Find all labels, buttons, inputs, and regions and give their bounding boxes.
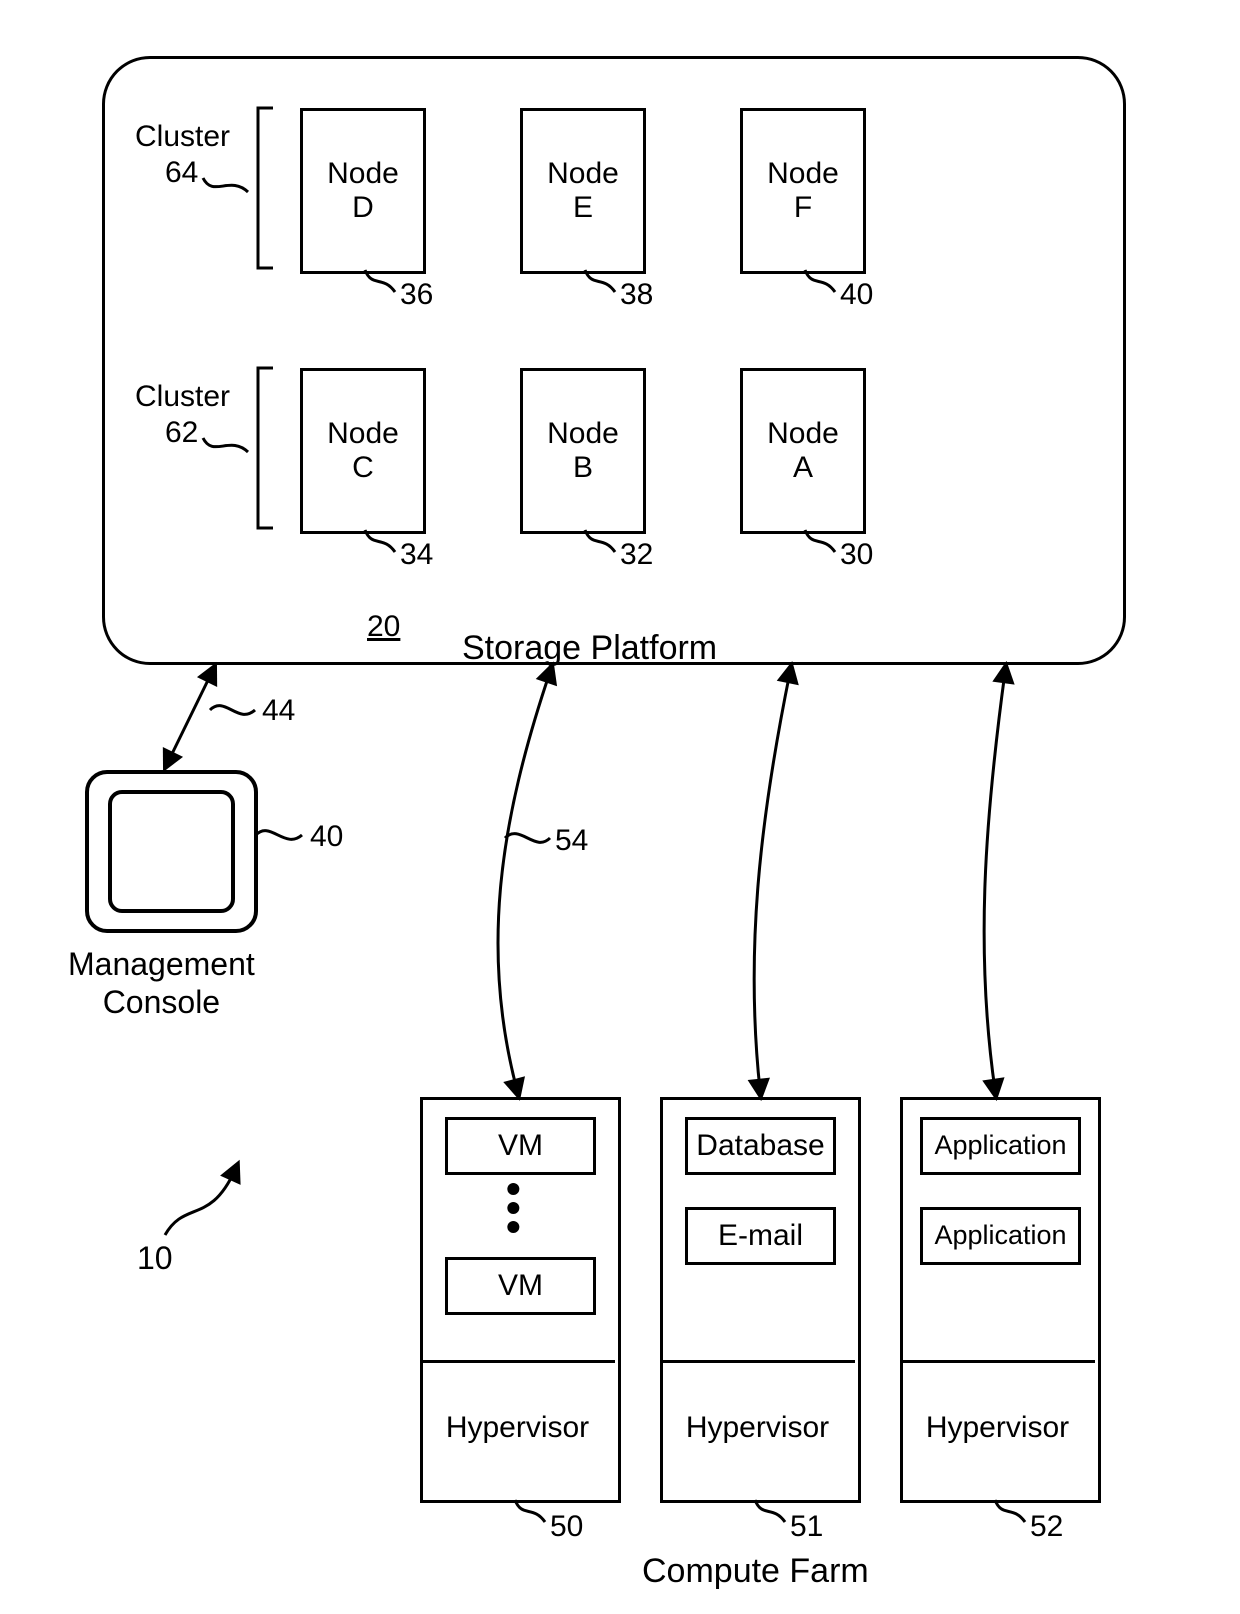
node-b-ref: 32 [620, 538, 653, 572]
node-b: Node B [520, 368, 646, 534]
server-50-ref: 50 [550, 1510, 583, 1544]
server-51-hypervisor: Hypervisor [660, 1360, 855, 1497]
server-51-email: E-mail [685, 1207, 836, 1265]
cluster-62-name: Cluster [135, 380, 230, 414]
node-e-ref: 38 [620, 278, 653, 312]
management-console-label: Management Console [68, 945, 255, 1022]
server-50-vm-bottom: VM [445, 1257, 596, 1315]
cluster-64-id: 64 [165, 156, 198, 190]
server-51-database: Database [685, 1117, 836, 1175]
cluster-64-name: Cluster [135, 120, 230, 154]
server-52-hypervisor: Hypervisor [900, 1360, 1095, 1497]
node-c-ref: 34 [400, 538, 433, 572]
server-50-ellipsis: ••• [506, 1180, 521, 1237]
diagram-number: 10 [137, 1240, 173, 1277]
node-a: Node A [740, 368, 866, 534]
node-e: Node E [520, 108, 646, 274]
node-f-ref: 40 [840, 278, 873, 312]
storage-platform-id: 20 [367, 610, 400, 644]
server-52-ref: 52 [1030, 1510, 1063, 1544]
management-console-screen [108, 790, 235, 913]
compute-link-ref: 54 [555, 824, 588, 858]
node-d: Node D [300, 108, 426, 274]
node-c: Node C [300, 368, 426, 534]
server-52-app2: Application [920, 1207, 1081, 1265]
server-52-app1: Application [920, 1117, 1081, 1175]
server-51-ref: 51 [790, 1510, 823, 1544]
server-50-hypervisor: Hypervisor [420, 1360, 615, 1497]
management-console-ref: 40 [310, 820, 343, 854]
storage-platform-label: Storage Platform [462, 629, 717, 668]
node-f: Node F [740, 108, 866, 274]
node-d-ref: 36 [400, 278, 433, 312]
node-a-ref: 30 [840, 538, 873, 572]
cluster-62-id: 62 [165, 416, 198, 450]
management-console-link-ref: 44 [262, 694, 295, 728]
compute-farm-label: Compute Farm [642, 1552, 869, 1591]
